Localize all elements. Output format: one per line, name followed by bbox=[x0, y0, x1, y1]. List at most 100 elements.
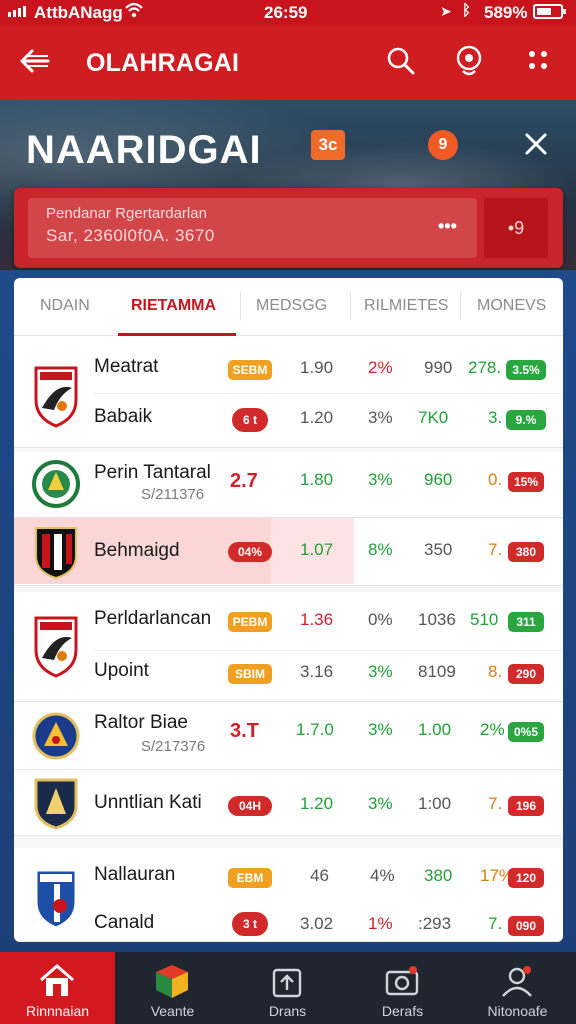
value-4: 3. bbox=[488, 408, 503, 427]
upload-icon bbox=[272, 968, 302, 998]
value-4: 510 bbox=[470, 610, 499, 629]
team-group: Meatrat SEBM 1.90 2% 990 278. 3.5% Babai… bbox=[14, 336, 563, 448]
signal-icon bbox=[8, 6, 26, 17]
tab-bar: NDAIN RIETAMMA MEDSGG RILMIETES MONEVS bbox=[14, 278, 563, 336]
value-1: 1.7.0 bbox=[296, 720, 334, 739]
table-row[interactable]: Perldarlancan PEBM 1.36 0% 1036 510 311 bbox=[14, 596, 563, 646]
battery-icon bbox=[533, 4, 566, 19]
battery-percent: 589% bbox=[484, 3, 528, 22]
value-2: 3% bbox=[368, 720, 393, 739]
nav-home[interactable]: Rinnnaian bbox=[0, 952, 115, 1024]
info-card: Pendanar Rgertardarlan Sar, 2360l0f0A. 3… bbox=[14, 188, 563, 268]
value-1: 3.02 bbox=[300, 914, 334, 933]
value-1: 1.20 bbox=[300, 794, 334, 813]
value-1: 1.90 bbox=[300, 358, 334, 377]
value-3: :293 bbox=[418, 914, 452, 933]
value-2: 3% bbox=[368, 662, 393, 681]
info-more-dots[interactable]: ••• bbox=[438, 216, 457, 237]
team-group: Unntlian Kati 04H 1.20 3% 1:00 7. 196 bbox=[14, 770, 563, 836]
tab-rilmietes[interactable]: RILMIETES bbox=[364, 297, 448, 315]
nav-nitonoafe[interactable]: Nitonoafe bbox=[460, 952, 575, 1024]
change-pill: 290 bbox=[508, 664, 544, 684]
change-pill: 120 bbox=[508, 868, 544, 888]
nav-label: Rinnnaian bbox=[25, 1003, 90, 1019]
nav-veante[interactable]: Veante bbox=[115, 952, 230, 1024]
back-arrow-icon[interactable] bbox=[18, 44, 52, 78]
nav-label: Veante bbox=[150, 1003, 195, 1019]
hero-title: NAARIDGAI bbox=[26, 128, 262, 172]
app-bar: OLAHRAGAI bbox=[0, 26, 576, 100]
table-row[interactable]: Upoint SBIM 3.16 3% 8109 8. 290 bbox=[14, 648, 563, 698]
status-pill: 3 t bbox=[232, 912, 268, 936]
profile-icon bbox=[502, 966, 532, 997]
status-pill: SBIM bbox=[228, 664, 272, 684]
team-name: Canald bbox=[94, 912, 155, 933]
location-pin-icon[interactable] bbox=[452, 44, 486, 78]
table-row[interactable]: Meatrat SEBM 1.90 2% 990 278. 3.5% bbox=[14, 344, 563, 394]
close-icon[interactable] bbox=[522, 130, 550, 158]
value-1: 1.07 bbox=[300, 540, 334, 559]
status-pill: 04% bbox=[228, 542, 272, 562]
team-group: Nallauran EBM 46 4% 380 17% 120 Canald 3… bbox=[14, 848, 563, 942]
content-area: NDAIN RIETAMMA MEDSGG RILMIETES MONEVS M… bbox=[0, 270, 576, 954]
info-side-button[interactable]: •9 bbox=[484, 198, 548, 258]
team-group: Perin Tantaral S/211376 2.7 1.80 3% 960 … bbox=[14, 452, 563, 518]
table-row[interactable]: Nallauran EBM 46 4% 380 17% 120 bbox=[14, 848, 563, 898]
nav-derafs[interactable]: Derafs bbox=[345, 952, 460, 1024]
table-row[interactable]: Raltor Biae S/217376 3.T 1.7.0 3% 1.00 2… bbox=[14, 702, 563, 755]
team-name: Behmaigd bbox=[94, 540, 180, 561]
hero-round-badge[interactable]: 9 bbox=[428, 130, 458, 160]
table-row[interactable]: Perin Tantaral S/211376 2.7 1.80 3% 960 … bbox=[14, 452, 563, 503]
nav-drans[interactable]: Drans bbox=[230, 952, 345, 1024]
tab-rietamma[interactable]: RIETAMMA bbox=[131, 297, 216, 315]
wifi-icon bbox=[124, 1, 144, 24]
value-2: 2% bbox=[368, 358, 393, 377]
value-3: 1036 bbox=[418, 610, 456, 629]
change-pill: 0%5 bbox=[508, 722, 544, 742]
status-pill: 3.T bbox=[230, 720, 259, 742]
value-3: 350 bbox=[424, 540, 453, 559]
change-pill: 9.% bbox=[506, 410, 546, 430]
team-name: Babaik bbox=[94, 406, 153, 427]
search-icon[interactable] bbox=[384, 44, 418, 78]
app-title: OLAHRAGAI bbox=[86, 49, 240, 77]
tab-monevs[interactable]: MONEVS bbox=[477, 297, 546, 315]
change-pill: 380 bbox=[508, 542, 544, 562]
team-name: Unntlian Kati bbox=[94, 792, 202, 813]
team-name: Meatrat bbox=[94, 356, 159, 377]
nav-label: Derafs bbox=[381, 1003, 424, 1019]
value-3: 960 bbox=[424, 470, 453, 489]
value-3: 990 bbox=[424, 358, 453, 377]
team-name: Nallauran bbox=[94, 864, 176, 885]
table-row[interactable]: Behmaigd 04% 1.07 8% 350 7. 380 bbox=[14, 526, 563, 576]
value-2: 4% bbox=[370, 866, 395, 885]
location-arrow-icon: ➤ bbox=[440, 3, 452, 19]
team-name: Upoint bbox=[94, 660, 149, 681]
hero-badge[interactable]: 3c bbox=[311, 130, 345, 160]
table-row[interactable]: Unntlian Kati 04H 1.20 3% 1:00 7. 196 bbox=[14, 778, 563, 828]
change-pill: 196 bbox=[508, 796, 544, 816]
status-bar: AttbANagg 26:59 ➤ ᛒ 589% bbox=[0, 0, 576, 26]
info-value: Sar, 2360l0f0A. 3670 bbox=[46, 226, 215, 245]
tab-medsgg[interactable]: MEDSGG bbox=[256, 297, 327, 315]
bottom-nav: Rinnnaian Veante Drans Derafs Nitonoafe bbox=[0, 952, 576, 1024]
value-4: 7. bbox=[488, 794, 503, 813]
value-2: 3% bbox=[368, 408, 393, 427]
team-group: Raltor Biae S/217376 3.T 1.7.0 3% 1.00 2… bbox=[14, 702, 563, 770]
value-3: 7K0 bbox=[418, 408, 449, 427]
value-4: 7. bbox=[488, 540, 503, 559]
value-4: 0. bbox=[488, 470, 503, 489]
table-row[interactable]: Canald 3 t 3.02 1% :293 7. 090 bbox=[14, 896, 563, 946]
value-2: 1% bbox=[368, 914, 393, 933]
tab-ndain[interactable]: NDAIN bbox=[40, 297, 90, 315]
change-pill: 311 bbox=[508, 612, 544, 632]
value-2: 0% bbox=[368, 610, 393, 629]
table-row[interactable]: Babaik 6 t 1.20 3% 7K0 3. 9.% bbox=[14, 394, 563, 444]
value-2: 3% bbox=[368, 794, 393, 813]
nav-label: Nitonoafe bbox=[487, 1003, 548, 1019]
value-1: 1.36 bbox=[300, 610, 334, 629]
team-sub: S/217376 bbox=[141, 738, 206, 755]
team-group: Perldarlancan PEBM 1.36 0% 1036 510 311 … bbox=[14, 592, 563, 702]
more-dots-icon[interactable] bbox=[522, 44, 556, 78]
status-pill: 04H bbox=[228, 796, 272, 816]
